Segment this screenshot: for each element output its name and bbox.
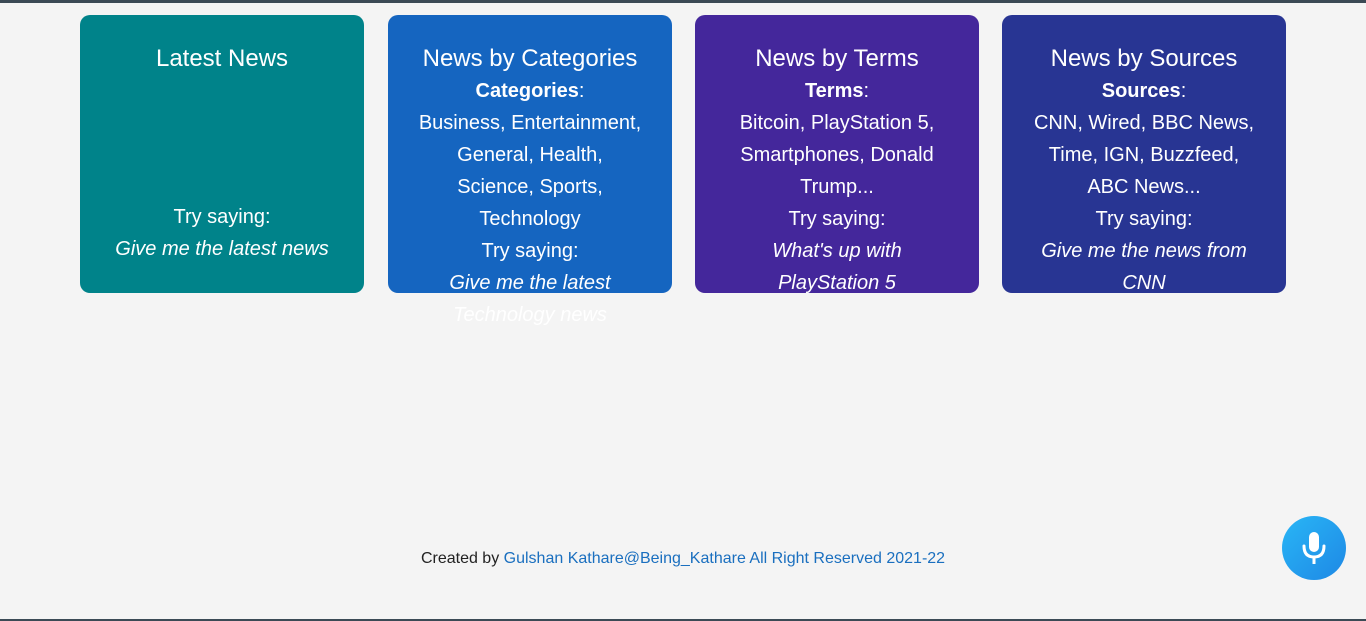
try-saying-label: Try saying: bbox=[1095, 208, 1193, 230]
list-line: Smartphones, Donald bbox=[740, 144, 934, 166]
card-news-by-sources[interactable]: News by Sources Sources: CNN, Wired, BBC… bbox=[1002, 15, 1286, 294]
list-line: Bitcoin, PlayStation 5, bbox=[739, 112, 935, 134]
try-saying-label: Try saying: bbox=[173, 206, 271, 228]
voice-assistant-button[interactable] bbox=[1282, 516, 1346, 580]
list-line: Time, IGN, Buzzfeed, bbox=[1048, 144, 1240, 166]
list-label: Categories bbox=[475, 80, 579, 102]
card-body: Sources: CNN, Wired, BBC News, Time, IGN… bbox=[1016, 75, 1272, 299]
list-line: ABC News... bbox=[1087, 176, 1201, 198]
card-news-by-categories[interactable]: News by Categories Categories: Business,… bbox=[388, 15, 672, 326]
example-phrase-line: Technology news bbox=[453, 304, 607, 326]
try-saying-label: Try saying: bbox=[788, 208, 886, 230]
top-border bbox=[0, 0, 1366, 3]
example-phrase-line: PlayStation 5 bbox=[778, 272, 896, 294]
list-label: Terms bbox=[804, 80, 864, 102]
card-title: News by Sources bbox=[1050, 45, 1238, 72]
microphone-icon bbox=[1302, 532, 1326, 564]
card-title: News by Categories bbox=[422, 45, 638, 72]
try-saying-label: Try saying: bbox=[481, 240, 579, 262]
footer: Created by Gulshan Kathare@Being_Kathare… bbox=[0, 549, 1366, 569]
list-line: Business, Entertainment, bbox=[418, 112, 642, 134]
list-line: Technology bbox=[479, 208, 581, 230]
footer-prefix: Created by bbox=[420, 550, 500, 567]
list-line: CNN, Wired, BBC News, bbox=[1033, 112, 1255, 134]
list-label: Sources bbox=[1101, 80, 1181, 102]
card-body: Terms: Bitcoin, PlayStation 5, Smartphon… bbox=[709, 75, 965, 299]
example-phrase-line: Give me the latest bbox=[449, 272, 611, 294]
list-heading: Terms: bbox=[804, 80, 870, 102]
card-body: Categories: Business, Entertainment, Gen… bbox=[402, 75, 658, 331]
list-heading: Sources: bbox=[1101, 80, 1187, 102]
example-phrase-line: What's up with bbox=[772, 240, 902, 262]
card-title: Latest News bbox=[155, 45, 289, 72]
list-line: General, Health, bbox=[457, 144, 603, 166]
list-line: Science, Sports, bbox=[457, 176, 603, 198]
card-latest-news[interactable]: Latest News Try saying: Give me the late… bbox=[80, 15, 364, 293]
list-line: Trump... bbox=[800, 176, 874, 198]
card-body: Try saying: Give me the latest news bbox=[80, 201, 364, 265]
card-news-by-terms[interactable]: News by Terms Terms: Bitcoin, PlayStatio… bbox=[695, 15, 979, 294]
example-phrase-line: Give me the news from bbox=[1041, 240, 1247, 262]
author-link[interactable]: Gulshan Kathare@Being_Kathare All Right … bbox=[504, 550, 945, 567]
list-heading: Categories: bbox=[475, 80, 585, 102]
example-phrase-line: CNN bbox=[1122, 272, 1166, 294]
card-title: News by Terms bbox=[755, 45, 919, 72]
example-phrase: Give me the latest news bbox=[115, 238, 329, 260]
